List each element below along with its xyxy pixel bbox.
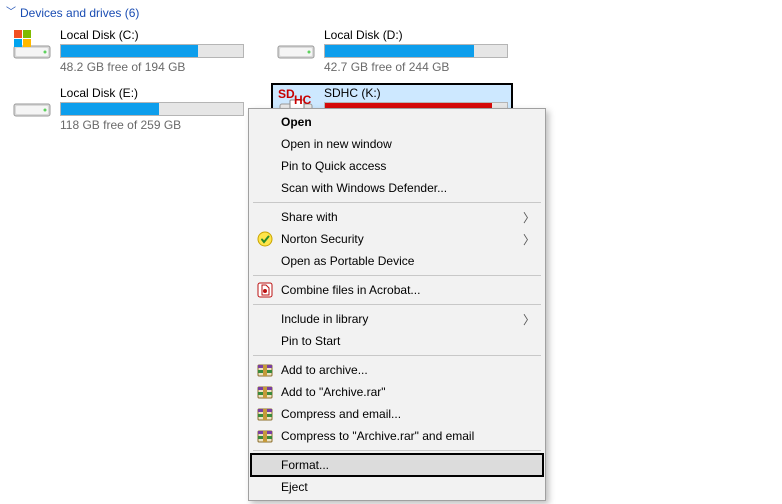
winrar-icon xyxy=(257,406,273,422)
context-menu: Open Open in new window Pin to Quick acces… xyxy=(248,108,546,501)
capacity-fill xyxy=(325,45,474,57)
menu-item-label: Norton Security xyxy=(281,232,364,246)
menu-item-label: Open xyxy=(281,115,312,129)
drive-label: Local Disk (C:) xyxy=(60,28,244,42)
section-title: Devices and drives (6) xyxy=(20,6,139,20)
chevron-right-icon: 〉 xyxy=(523,209,535,226)
menu-separator xyxy=(253,275,541,276)
menu-item-label: Compress to "Archive.rar" and email xyxy=(281,429,474,443)
menu-item[interactable]: Add to "Archive.rar" xyxy=(251,381,543,403)
drive-info: Local Disk (C:) 48.2 GB free of 194 GB xyxy=(60,28,244,74)
chevron-right-icon: 〉 xyxy=(523,231,535,248)
winrar-icon xyxy=(257,384,273,400)
capacity-bar xyxy=(324,44,508,58)
menu-item[interactable]: Compress to "Archive.rar" and email xyxy=(251,425,543,447)
capacity-bar xyxy=(60,102,244,116)
drive-item[interactable]: Local Disk (C:) 48.2 GB free of 194 GB xyxy=(8,26,248,76)
menu-item[interactable]: Add to archive... xyxy=(251,359,543,381)
menu-item-label: Pin to Start xyxy=(281,334,340,348)
menu-item[interactable]: Format... xyxy=(251,454,543,476)
menu-item-label: Open as Portable Device xyxy=(281,254,414,268)
menu-item-label: Add to "Archive.rar" xyxy=(281,385,386,399)
drive-item[interactable]: Local Disk (D:) 42.7 GB free of 244 GB xyxy=(272,26,512,76)
drive-free-text: 48.2 GB free of 194 GB xyxy=(60,60,244,74)
menu-item-label: Eject xyxy=(281,480,308,494)
menu-item-label: Combine files in Acrobat... xyxy=(281,283,420,297)
winrar-icon xyxy=(257,428,273,444)
menu-item-label: Compress and email... xyxy=(281,407,401,421)
menu-item[interactable]: Compress and email... xyxy=(251,403,543,425)
menu-item[interactable]: Open in new window xyxy=(251,133,543,155)
capacity-fill xyxy=(61,45,198,57)
drive-free-text: 118 GB free of 259 GB xyxy=(60,118,244,132)
menu-separator xyxy=(253,304,541,305)
menu-item-label: Format... xyxy=(281,458,329,472)
menu-item[interactable]: Combine files in Acrobat... xyxy=(251,279,543,301)
menu-item[interactable]: Open as Portable Device xyxy=(251,250,543,272)
winrar-icon xyxy=(257,362,273,378)
section-header-devices[interactable]: ﹀ Devices and drives (6) xyxy=(0,0,782,24)
menu-item-label: Open in new window xyxy=(281,137,392,151)
drive-label: Local Disk (D:) xyxy=(324,28,508,42)
menu-item-label: Include in library xyxy=(281,312,368,326)
menu-item[interactable]: Include in library 〉 xyxy=(251,308,543,330)
menu-item-label: Scan with Windows Defender... xyxy=(281,181,447,195)
menu-item[interactable]: Eject xyxy=(251,476,543,498)
drive-label: Local Disk (E:) xyxy=(60,86,244,100)
chevron-right-icon: 〉 xyxy=(523,311,535,328)
menu-item-label: Add to archive... xyxy=(281,363,368,377)
drive-icon xyxy=(276,28,316,68)
menu-item[interactable]: Norton Security 〉 xyxy=(251,228,543,250)
menu-item[interactable]: Pin to Quick access xyxy=(251,155,543,177)
capacity-bar xyxy=(60,44,244,58)
drive-icon xyxy=(12,28,52,68)
chevron-down-icon: ﹀ xyxy=(6,8,16,18)
menu-item[interactable]: Share with 〉 xyxy=(251,206,543,228)
menu-item-label: Share with xyxy=(281,210,338,224)
menu-item[interactable]: Scan with Windows Defender... xyxy=(251,177,543,199)
menu-item-label: Pin to Quick access xyxy=(281,159,386,173)
menu-item[interactable]: Pin to Start xyxy=(251,330,543,352)
menu-item[interactable]: Open xyxy=(251,111,543,133)
menu-separator xyxy=(253,450,541,451)
drive-free-text: 42.7 GB free of 244 GB xyxy=(324,60,508,74)
drive-item[interactable]: Local Disk (E:) 118 GB free of 259 GB xyxy=(8,84,248,134)
drive-icon xyxy=(12,86,52,126)
capacity-fill xyxy=(61,103,159,115)
menu-separator xyxy=(253,202,541,203)
drive-info: Local Disk (E:) 118 GB free of 259 GB xyxy=(60,86,244,132)
drive-label: SDHC (K:) xyxy=(324,86,508,100)
acrobat-icon xyxy=(257,282,273,298)
drive-info: Local Disk (D:) 42.7 GB free of 244 GB xyxy=(324,28,508,74)
menu-separator xyxy=(253,355,541,356)
norton-icon xyxy=(257,231,273,247)
